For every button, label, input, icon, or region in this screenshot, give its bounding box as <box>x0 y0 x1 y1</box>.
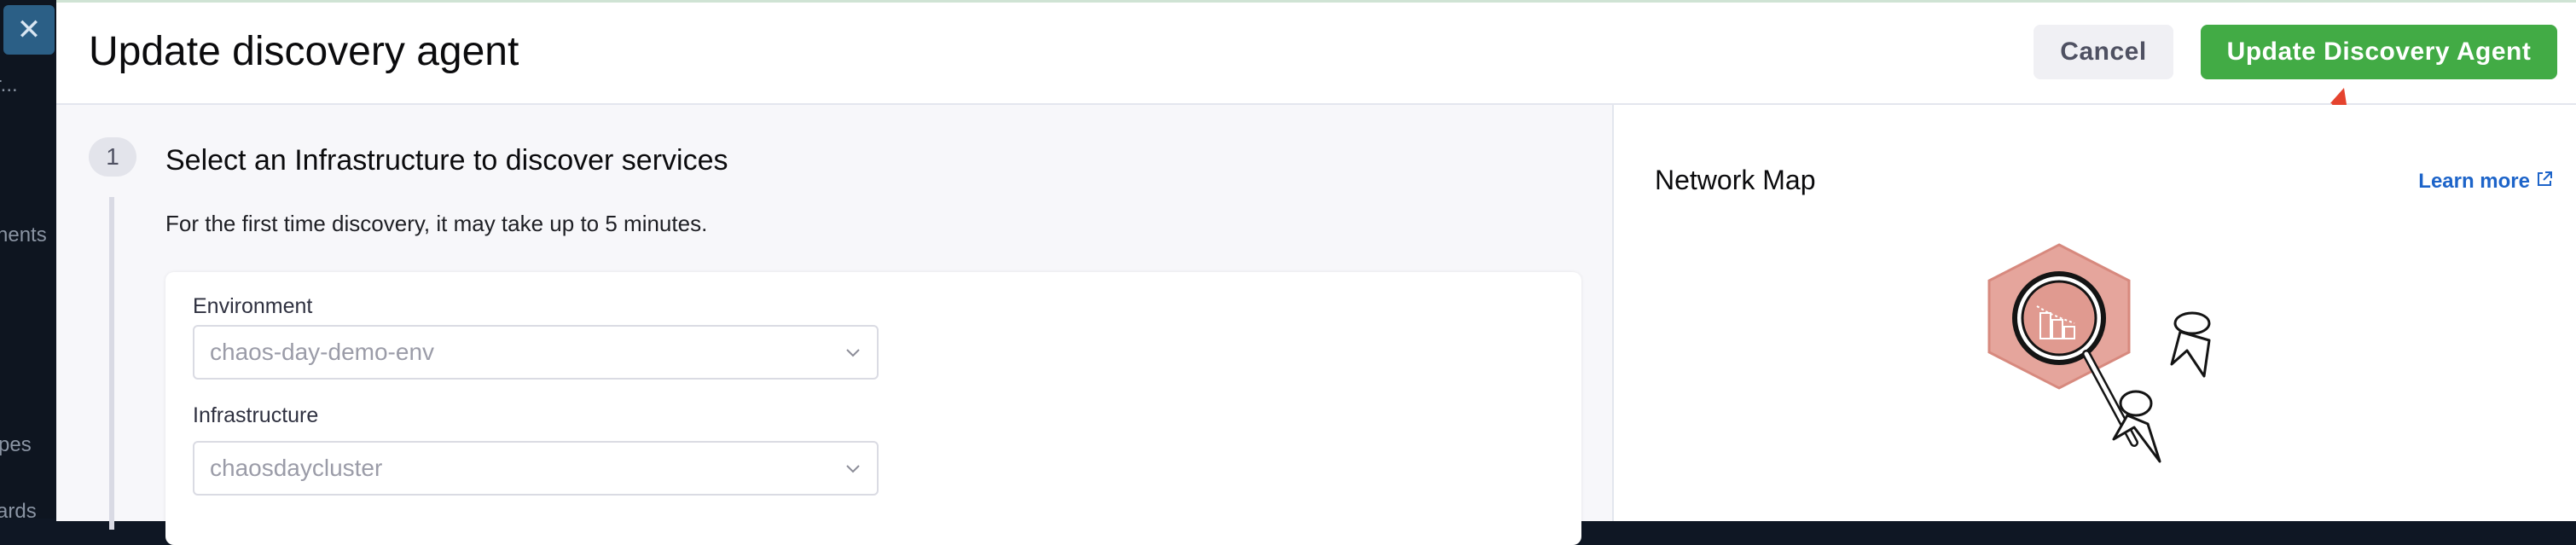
infrastructure-form-card: Environment chaos-day-demo-env Infrastru… <box>165 272 1581 545</box>
step-number-badge: 1 <box>89 137 136 177</box>
step-panel: 1 Select an Infrastructure to discover s… <box>56 105 1614 545</box>
magnifier-hexagon-illustration <box>1987 243 2211 463</box>
sidebar-item-truncated-1[interactable]: r... <box>0 73 18 97</box>
app-sidebar: ✕ r... nents pes ards <box>0 0 56 523</box>
page-title: Update discovery agent <box>89 29 519 74</box>
update-discovery-agent-button[interactable]: Update Discovery Agent <box>2201 25 2557 79</box>
step-connector-line <box>109 197 114 530</box>
infrastructure-label: Infrastructure <box>193 403 319 427</box>
external-link-icon[interactable] <box>2535 170 2554 188</box>
network-map-title: Network Map <box>1655 165 1816 195</box>
infrastructure-select[interactable]: chaosdaycluster <box>193 441 879 496</box>
learn-more-link[interactable]: Learn more <box>2418 170 2530 194</box>
step-title: Select an Infrastructure to discover ser… <box>165 144 728 177</box>
sidebar-item-truncated-4[interactable]: ards <box>0 500 37 524</box>
cancel-button[interactable]: Cancel <box>2034 25 2173 79</box>
close-drawer-button[interactable]: ✕ <box>3 5 55 55</box>
infrastructure-select-value: chaosdaycluster <box>210 455 383 481</box>
sidebar-item-truncated-3[interactable]: pes <box>0 433 32 457</box>
drawer-header: Update discovery agent Cancel Update Dis… <box>56 3 2576 105</box>
close-icon: ✕ <box>16 14 42 46</box>
environment-label: Environment <box>193 294 313 318</box>
environment-select-value: chaos-day-demo-env <box>210 339 435 365</box>
step-description: For the first time discovery, it may tak… <box>165 211 708 236</box>
chevron-down-icon <box>846 465 860 473</box>
environment-select[interactable]: chaos-day-demo-env <box>193 325 879 380</box>
chevron-down-icon <box>846 349 860 357</box>
update-agent-drawer: Update discovery agent Cancel Update Dis… <box>56 0 2576 545</box>
network-map-panel: Network Map Learn more <box>1614 105 2576 521</box>
sidebar-item-truncated-2[interactable]: nents <box>0 223 47 247</box>
